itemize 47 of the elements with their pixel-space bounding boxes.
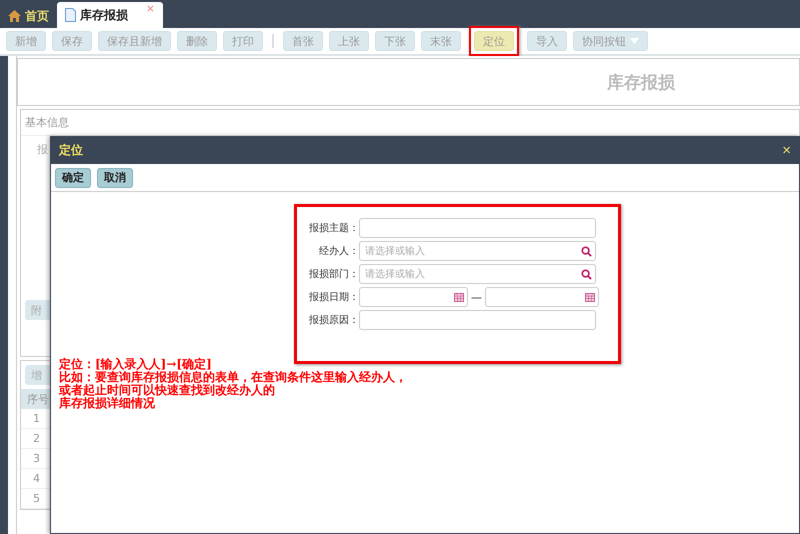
close-icon[interactable]: × — [146, 2, 155, 15]
calendar-icon[interactable] — [585, 292, 595, 302]
toolbar-button[interactable]: 上张 — [329, 31, 369, 51]
field-label: 经办人： — [318, 244, 359, 258]
annotation-text: 定位：[输入录入人]→[确定] — [59, 358, 213, 371]
input-field[interactable]: 请选择或输入 — [359, 264, 596, 284]
input-field[interactable]: 请选择或输入 — [359, 241, 596, 261]
toolbar-button[interactable]: 协同按钮 — [573, 31, 648, 51]
field-label: 报损原因： — [308, 314, 359, 327]
date-field[interactable] — [485, 287, 599, 307]
annotation-text: 库存报损详细情况 — [59, 397, 156, 410]
date-field[interactable] — [359, 287, 468, 307]
input-field[interactable] — [359, 218, 596, 238]
annotation-text: 比如：要查询库存报损信息的表单，在查询条件这里输入经办人， — [59, 371, 408, 384]
search-icon[interactable] — [581, 268, 592, 280]
row-number: 1 — [33, 412, 40, 425]
close-button[interactable]: × — [782, 142, 791, 159]
dialog-button[interactable]: 取消 — [97, 168, 133, 188]
dialog-title: 定位 — [59, 142, 83, 159]
toolbar-button[interactable]: 保存且新增 — [98, 31, 171, 51]
page-title: 库存报损 — [607, 72, 675, 94]
field-label: 报损部门： — [308, 268, 359, 281]
toolbar-button[interactable]: 保存 — [52, 31, 92, 51]
house-icon — [8, 10, 21, 22]
toolbar-button[interactable]: 定位 — [474, 31, 514, 51]
tab[interactable]: 库存报损 × — [57, 2, 163, 28]
field-label: 报损主题： — [308, 222, 359, 235]
tab[interactable]: 首页 — [4, 4, 55, 28]
toolbar-button[interactable]: 下张 — [375, 31, 415, 51]
row-number: 3 — [33, 452, 40, 465]
toolbar-button[interactable]: 删除 — [177, 31, 217, 51]
calendar-icon[interactable] — [454, 292, 464, 302]
field-label: 报 — [37, 143, 48, 156]
row-number: 4 — [33, 472, 40, 485]
document-icon — [65, 8, 76, 22]
field-label: 报损日期： — [308, 290, 359, 304]
dialog-button[interactable]: 确定 — [55, 168, 91, 188]
range-separator: — — [471, 290, 482, 304]
row-number: 2 — [33, 432, 40, 445]
toolbar-button[interactable]: 打印 — [223, 31, 263, 51]
toolbar-button[interactable]: 导入 — [527, 31, 567, 51]
input-field[interactable] — [359, 310, 596, 330]
toolbar-button[interactable]: 首张 — [283, 31, 323, 51]
toolbar-button[interactable]: 末张 — [421, 31, 461, 51]
row-number: 5 — [33, 492, 40, 505]
search-icon[interactable] — [581, 246, 592, 256]
toolbar-button[interactable]: 新增 — [6, 31, 46, 51]
